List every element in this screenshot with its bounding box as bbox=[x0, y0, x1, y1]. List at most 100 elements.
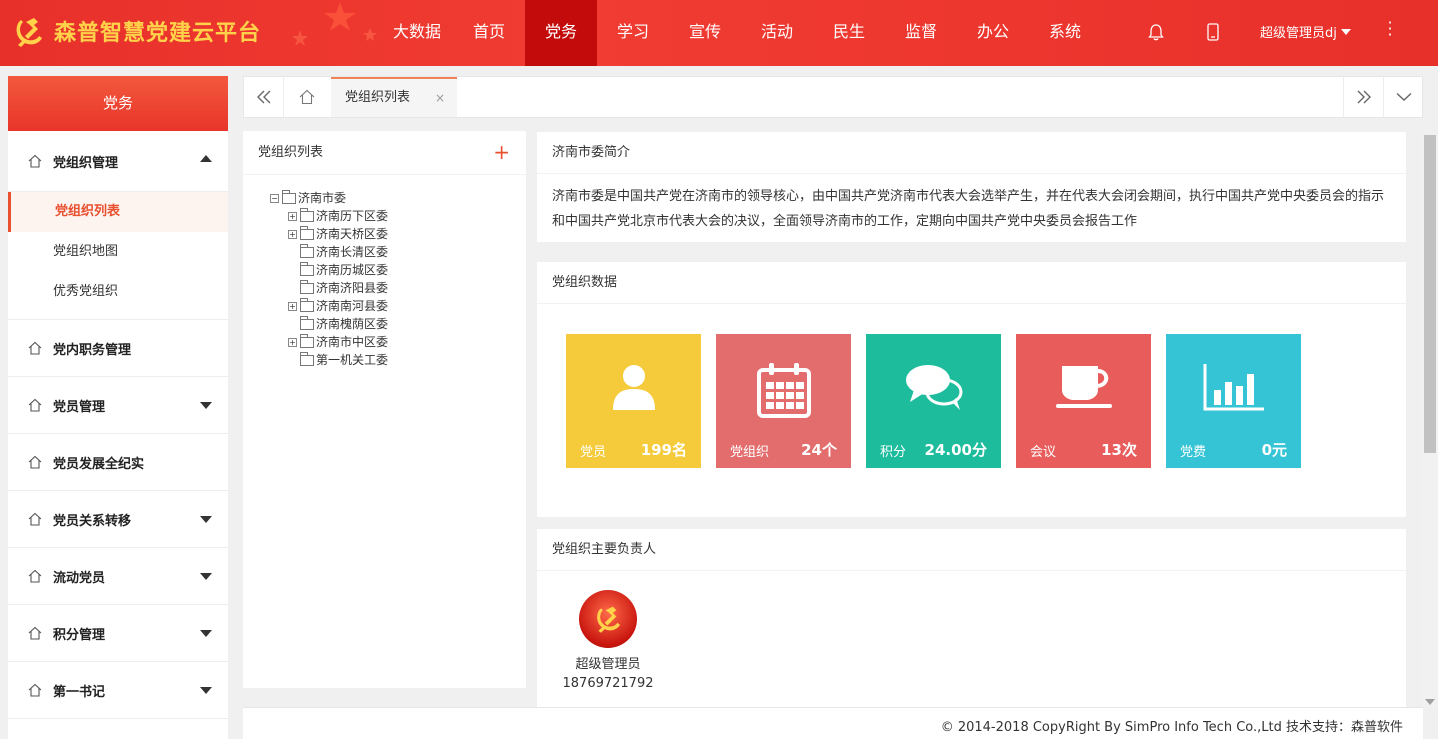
main-nav: 大数据 首页 党务 学习 宣传 活动 民生 监督 办公 系统 bbox=[381, 0, 1101, 66]
folder-icon bbox=[300, 243, 314, 258]
sidebar-group-first-secretary[interactable]: 第一书记 bbox=[8, 662, 228, 719]
tree-node[interactable]: + 济南市中区委 bbox=[288, 333, 388, 351]
tree-node[interactable]: + 济南历下区委 bbox=[288, 207, 388, 225]
folder-icon bbox=[300, 225, 314, 240]
decorative-stars bbox=[292, 2, 377, 46]
cup-icon bbox=[1055, 366, 1112, 408]
caret-down-icon bbox=[200, 516, 212, 523]
home-icon bbox=[28, 341, 42, 355]
stat-label: 会议 bbox=[1030, 445, 1057, 460]
sidebar-group-label: 党内职务管理 bbox=[53, 342, 132, 358]
expand-icon[interactable]: + bbox=[288, 229, 297, 239]
nav-bigdata[interactable]: 大数据 bbox=[381, 0, 453, 66]
collapse-icon[interactable]: − bbox=[270, 193, 279, 203]
tree-node-label: 第一机关工委 bbox=[316, 353, 389, 367]
content-scrollbar[interactable] bbox=[1422, 131, 1438, 709]
logo[interactable]: 森普智慧党建云平台 bbox=[12, 14, 261, 48]
sidebar-item-org-map[interactable]: 党组织地图 bbox=[8, 232, 228, 272]
stat-value: 199名 bbox=[640, 441, 687, 459]
tree-node-label: 济南历下区委 bbox=[316, 209, 389, 223]
sidebar-group-label: 流动党员 bbox=[53, 570, 106, 586]
calendar-icon bbox=[756, 363, 811, 418]
intro-card: 济南市委简介 济南市委是中国共产党在济南市的领导核心，由中国共产党济南市代表大会… bbox=[537, 132, 1406, 242]
nav-study[interactable]: 学习 bbox=[597, 0, 669, 66]
tree-node[interactable]: 济南槐荫区委 bbox=[288, 315, 388, 333]
stat-tile-orgs[interactable]: 党组织 24个 bbox=[716, 334, 851, 468]
leaders-title: 党组织主要负责人 bbox=[537, 529, 1406, 571]
nav-party-affairs[interactable]: 党务 bbox=[525, 0, 597, 66]
nav-office[interactable]: 办公 bbox=[957, 0, 1029, 66]
caret-down-icon bbox=[1340, 29, 1351, 35]
tab-scroll-left-button[interactable] bbox=[244, 77, 284, 117]
folder-icon bbox=[300, 261, 314, 276]
chevron-down-icon bbox=[1396, 92, 1411, 101]
stat-tile-members[interactable]: 党员 199名 bbox=[566, 334, 701, 468]
home-icon bbox=[28, 626, 42, 640]
expand-icon[interactable]: + bbox=[288, 337, 297, 347]
home-icon bbox=[28, 683, 42, 697]
intro-title: 济南市委简介 bbox=[537, 132, 1406, 174]
sidebar-group-member-management[interactable]: 党员管理 bbox=[8, 377, 228, 434]
tree-node-root[interactable]: − 济南市委 bbox=[270, 189, 388, 207]
sidebar-group-org-management[interactable]: 党组织管理 bbox=[8, 131, 228, 192]
nav-system[interactable]: 系统 bbox=[1029, 0, 1101, 66]
expand-icon[interactable]: + bbox=[288, 211, 297, 221]
stat-tile-points[interactable]: 积分 24.00分 bbox=[866, 334, 1001, 468]
user-menu[interactable]: 超级管理员dj bbox=[1260, 22, 1351, 41]
stat-value: 0元 bbox=[1261, 441, 1287, 459]
nav-publicity[interactable]: 宣传 bbox=[669, 0, 741, 66]
stat-value: 24个 bbox=[801, 441, 837, 459]
tree-node[interactable]: 济南历城区委 bbox=[288, 261, 388, 279]
tab-scroll-right-button[interactable] bbox=[1343, 77, 1383, 117]
expand-icon[interactable]: + bbox=[288, 301, 297, 311]
tab-org-list[interactable]: 党组织列表 × bbox=[331, 77, 457, 117]
sidebar-title: 党务 bbox=[8, 76, 228, 131]
stat-tile-meetings[interactable]: 会议 13次 bbox=[1016, 334, 1151, 468]
add-org-button[interactable]: + bbox=[493, 131, 510, 173]
avatar[interactable] bbox=[579, 590, 637, 648]
sidebar-group-label: 积分管理 bbox=[53, 627, 106, 643]
scrollbar-thumb[interactable] bbox=[1424, 135, 1436, 453]
tree-node[interactable]: 第一机关工委 bbox=[288, 351, 388, 369]
tab-options-button[interactable] bbox=[1383, 77, 1423, 117]
more-icon[interactable]: · · · bbox=[1386, 15, 1394, 43]
tab-home-button[interactable] bbox=[287, 77, 327, 117]
sidebar-group-label: 党组织管理 bbox=[53, 155, 119, 171]
tree-node[interactable]: + 济南南河县委 bbox=[288, 297, 388, 315]
double-chevron-right-icon bbox=[1357, 90, 1371, 104]
leaders-card: 党组织主要负责人 超级管理员 18769721792 bbox=[537, 529, 1406, 707]
caret-down-icon bbox=[200, 630, 212, 637]
scroll-down-arrow-icon[interactable] bbox=[1425, 699, 1435, 705]
tree-node-label: 济南长清区委 bbox=[316, 245, 389, 259]
sidebar-group-member-development[interactable]: 党员发展全纪实 bbox=[8, 434, 228, 491]
folder-icon bbox=[282, 189, 296, 204]
footer: © 2014-2018 CopyRight By SimPro Info Tec… bbox=[243, 707, 1423, 739]
user-icon bbox=[612, 365, 655, 410]
stat-label: 党员 bbox=[580, 445, 607, 460]
sidebar: 党务 党组织管理 党组织列表 党组织地图 优秀党组织 党内职务管理 党员管理 党… bbox=[8, 76, 228, 739]
nav-activities[interactable]: 活动 bbox=[741, 0, 813, 66]
tree-node-label: 济南历城区委 bbox=[316, 263, 389, 277]
stat-tile-fees[interactable]: 党费 0元 bbox=[1166, 334, 1301, 468]
sidebar-item-org-list[interactable]: 党组织列表 bbox=[8, 192, 228, 232]
nav-supervision[interactable]: 监督 bbox=[885, 0, 957, 66]
sidebar-group-relation-transfer[interactable]: 党员关系转移 bbox=[8, 491, 228, 548]
nav-livelihood[interactable]: 民生 bbox=[813, 0, 885, 66]
bell-icon[interactable] bbox=[1146, 22, 1166, 42]
sidebar-group-internal-posts[interactable]: 党内职务管理 bbox=[8, 320, 228, 377]
sidebar-group-points[interactable]: 积分管理 bbox=[8, 605, 228, 662]
sidebar-group-floating-members[interactable]: 流动党员 bbox=[8, 548, 228, 605]
close-icon[interactable]: × bbox=[435, 79, 445, 117]
stat-label: 党费 bbox=[1180, 445, 1207, 460]
tree-panel-title: 党组织列表 bbox=[258, 145, 324, 160]
tree-node[interactable]: 济南长清区委 bbox=[288, 243, 388, 261]
caret-down-icon bbox=[200, 573, 212, 580]
tree-node[interactable]: 济南济阳县委 bbox=[288, 279, 388, 297]
tree-node[interactable]: + 济南天桥区委 bbox=[288, 225, 388, 243]
nav-home[interactable]: 首页 bbox=[453, 0, 525, 66]
tab-label: 党组织列表 bbox=[345, 90, 411, 105]
top-header: 森普智慧党建云平台 大数据 首页 党务 学习 宣传 活动 民生 监督 办公 系统… bbox=[0, 0, 1438, 66]
sidebar-item-excellent-org[interactable]: 优秀党组织 bbox=[8, 272, 228, 312]
mobile-icon[interactable] bbox=[1205, 22, 1221, 42]
tree-node-label: 济南市中区委 bbox=[316, 335, 389, 349]
